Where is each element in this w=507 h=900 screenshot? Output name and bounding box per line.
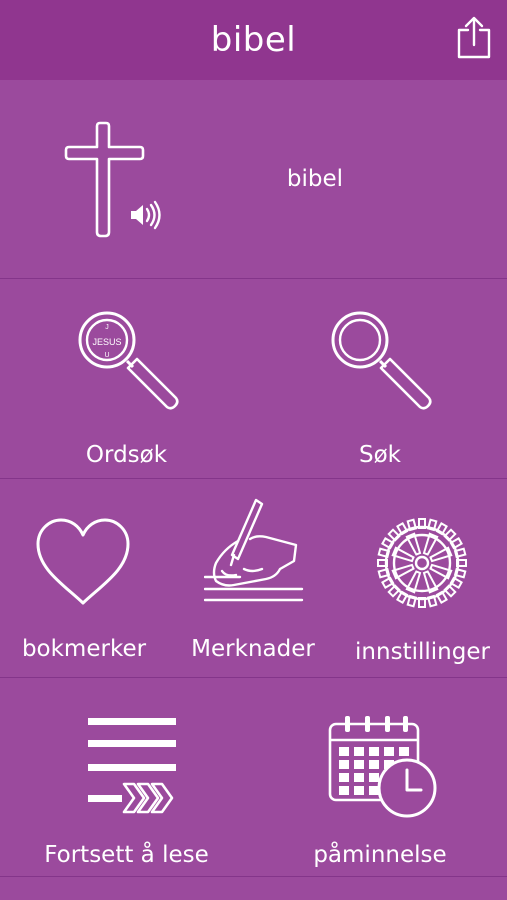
settings-button[interactable]: innstillinger [338,479,507,677]
svg-text:U: U [104,352,109,359]
notes-label: Merknader [191,636,315,662]
notes-button[interactable]: Merknader [168,479,338,677]
share-icon [457,16,491,59]
audio-bible-label: bibel [286,166,344,192]
heart-icon [34,517,132,611]
search-row: JESUS J U Ordsøk Søk [0,279,507,479]
reading-row: Fortsett å lese påminnelse [0,678,507,877]
writing-hand-icon [203,497,306,607]
svg-text:J: J [105,324,109,331]
continue-reading-label: Fortsett å lese [44,842,209,868]
jesus-icon-text: JESUS [92,337,121,347]
reminder-label: påminnelse [313,842,447,868]
audio-bible-row[interactable]: bibel [0,80,507,279]
continue-reading-button[interactable]: Fortsett å lese [0,678,253,876]
bookmarks-label: bokmerker [21,636,147,662]
search-label: Søk [359,442,401,468]
bottom-strip [0,877,507,900]
cross-speaker-icon [60,120,170,248]
bookmarks-button[interactable]: bokmerker [0,479,168,677]
gear-icon [376,517,468,613]
jesus-magnifier-icon: JESUS J U [75,307,183,419]
page-title: bibel [210,20,297,60]
search-button[interactable]: Søk [253,279,507,478]
reminder-button[interactable]: påminnelse [253,678,507,876]
share-button[interactable] [455,16,493,60]
tools-row: bokmerker Merknader innstillinger [0,479,507,678]
nav-bar: bibel [0,0,507,80]
list-forward-icon [86,716,178,820]
calendar-clock-icon [327,710,439,826]
word-search-button[interactable]: JESUS J U Ordsøk [0,279,253,478]
settings-label: innstillinger [355,639,490,665]
word-search-label: Ordsøk [85,442,168,468]
magnifier-icon [328,307,436,419]
